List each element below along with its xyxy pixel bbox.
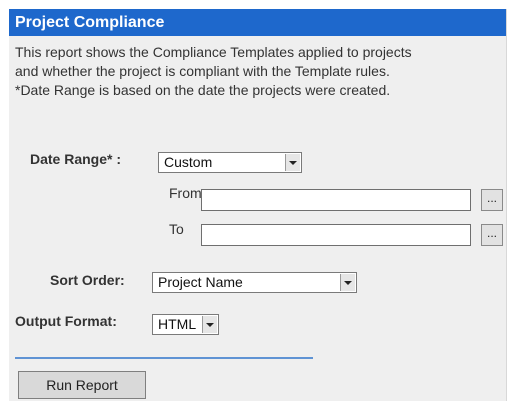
chevron-down-icon xyxy=(340,274,355,291)
report-description: This report shows the Compliance Templat… xyxy=(15,43,501,100)
sort-order-label: Sort Order: xyxy=(50,272,125,288)
description-line: *Date Range is based on the date the pro… xyxy=(15,82,391,98)
date-range-label: Date Range* : xyxy=(30,151,122,167)
output-format-select[interactable]: HTML xyxy=(152,314,219,335)
to-date-picker-button[interactable]: ... xyxy=(481,224,503,246)
date-range-value: Custom xyxy=(164,154,213,170)
date-range-select[interactable]: Custom xyxy=(158,152,302,173)
chevron-down-icon xyxy=(285,154,300,171)
sort-order-value: Project Name xyxy=(158,274,243,290)
to-label: To xyxy=(169,221,184,237)
description-line: and whether the project is compliant wit… xyxy=(15,63,390,79)
report-panel: Project Compliance This report shows the… xyxy=(9,9,507,401)
from-label: From xyxy=(169,185,202,201)
description-line: This report shows the Compliance Templat… xyxy=(15,44,412,60)
panel-title: Project Compliance xyxy=(9,9,506,36)
sort-order-select[interactable]: Project Name xyxy=(152,272,357,293)
to-date-input[interactable] xyxy=(201,224,471,246)
divider xyxy=(15,357,313,359)
output-format-value: HTML xyxy=(158,316,197,332)
from-date-picker-button[interactable]: ... xyxy=(481,189,503,211)
from-date-input[interactable] xyxy=(201,189,471,211)
chevron-down-icon xyxy=(202,316,217,333)
run-report-button[interactable]: Run Report xyxy=(18,371,146,399)
output-format-label: Output Format: xyxy=(15,313,117,329)
